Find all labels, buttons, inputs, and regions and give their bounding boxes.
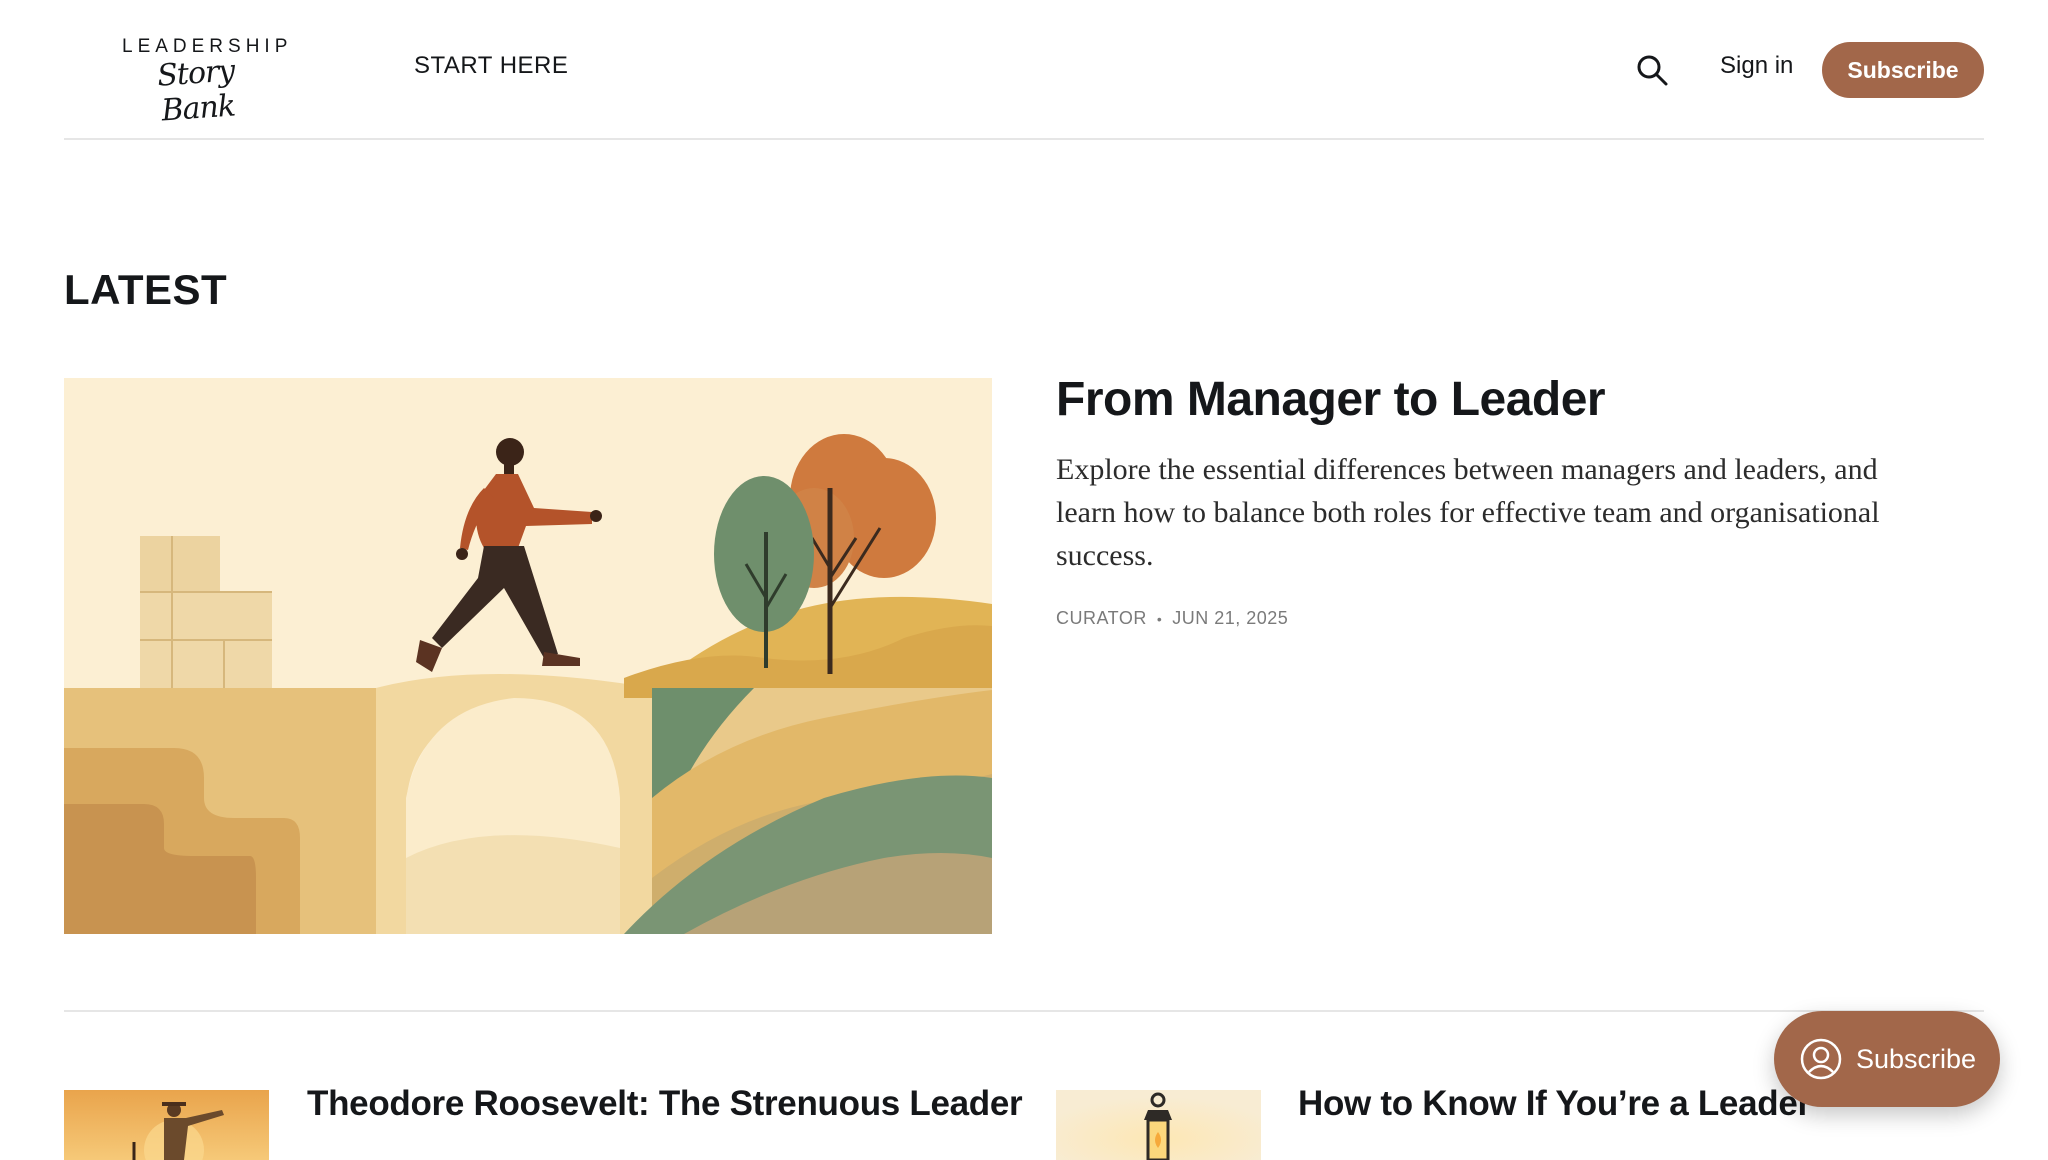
header-subscribe-button[interactable]: Subscribe: [1822, 42, 1984, 98]
portal-subscribe-label: Subscribe: [1856, 1043, 1977, 1074]
site-header: LEADERSHIP Story Bank START HERE Sign in…: [64, 0, 1984, 140]
logo-wordmark-script: Story Bank: [156, 53, 237, 129]
nav-start-here[interactable]: START HERE: [414, 52, 568, 80]
portal-subscribe-button[interactable]: Subscribe: [1774, 1011, 2000, 1107]
post-card-title-roosevelt[interactable]: Theodore Roosevelt: The Strenuous Leader: [307, 1084, 1023, 1124]
user-circle-icon: [1800, 1038, 1842, 1080]
section-title-latest: LATEST: [64, 266, 228, 313]
feature-post-image[interactable]: [64, 378, 992, 934]
search-icon: [1637, 55, 1668, 86]
feature-post-title[interactable]: From Manager to Leader: [1056, 372, 1956, 427]
bridge-illustration: [64, 378, 992, 934]
site-logo[interactable]: LEADERSHIP Story Bank: [122, 34, 287, 128]
feature-post-excerpt: Explore the essential differences betwee…: [1056, 453, 1880, 572]
post-author[interactable]: CURATOR: [1056, 608, 1147, 629]
post-date: JUN 21, 2025: [1172, 608, 1289, 628]
search-button[interactable]: [1634, 52, 1670, 88]
feature-post-meta: CURATOR • JUN 21, 2025: [1056, 608, 1288, 629]
sign-in-link[interactable]: Sign in: [1720, 52, 1793, 80]
lantern-thumbnail: [1056, 1090, 1261, 1160]
post-card-title-leader[interactable]: How to Know If You’re a Leader: [1298, 1084, 1811, 1124]
post-card-image-leader[interactable]: [1056, 1090, 1261, 1160]
section-divider: [64, 1010, 1984, 1012]
post-card-image-roosevelt[interactable]: [64, 1090, 269, 1160]
roosevelt-thumbnail: [64, 1090, 269, 1160]
meta-separator: •: [1156, 610, 1163, 627]
